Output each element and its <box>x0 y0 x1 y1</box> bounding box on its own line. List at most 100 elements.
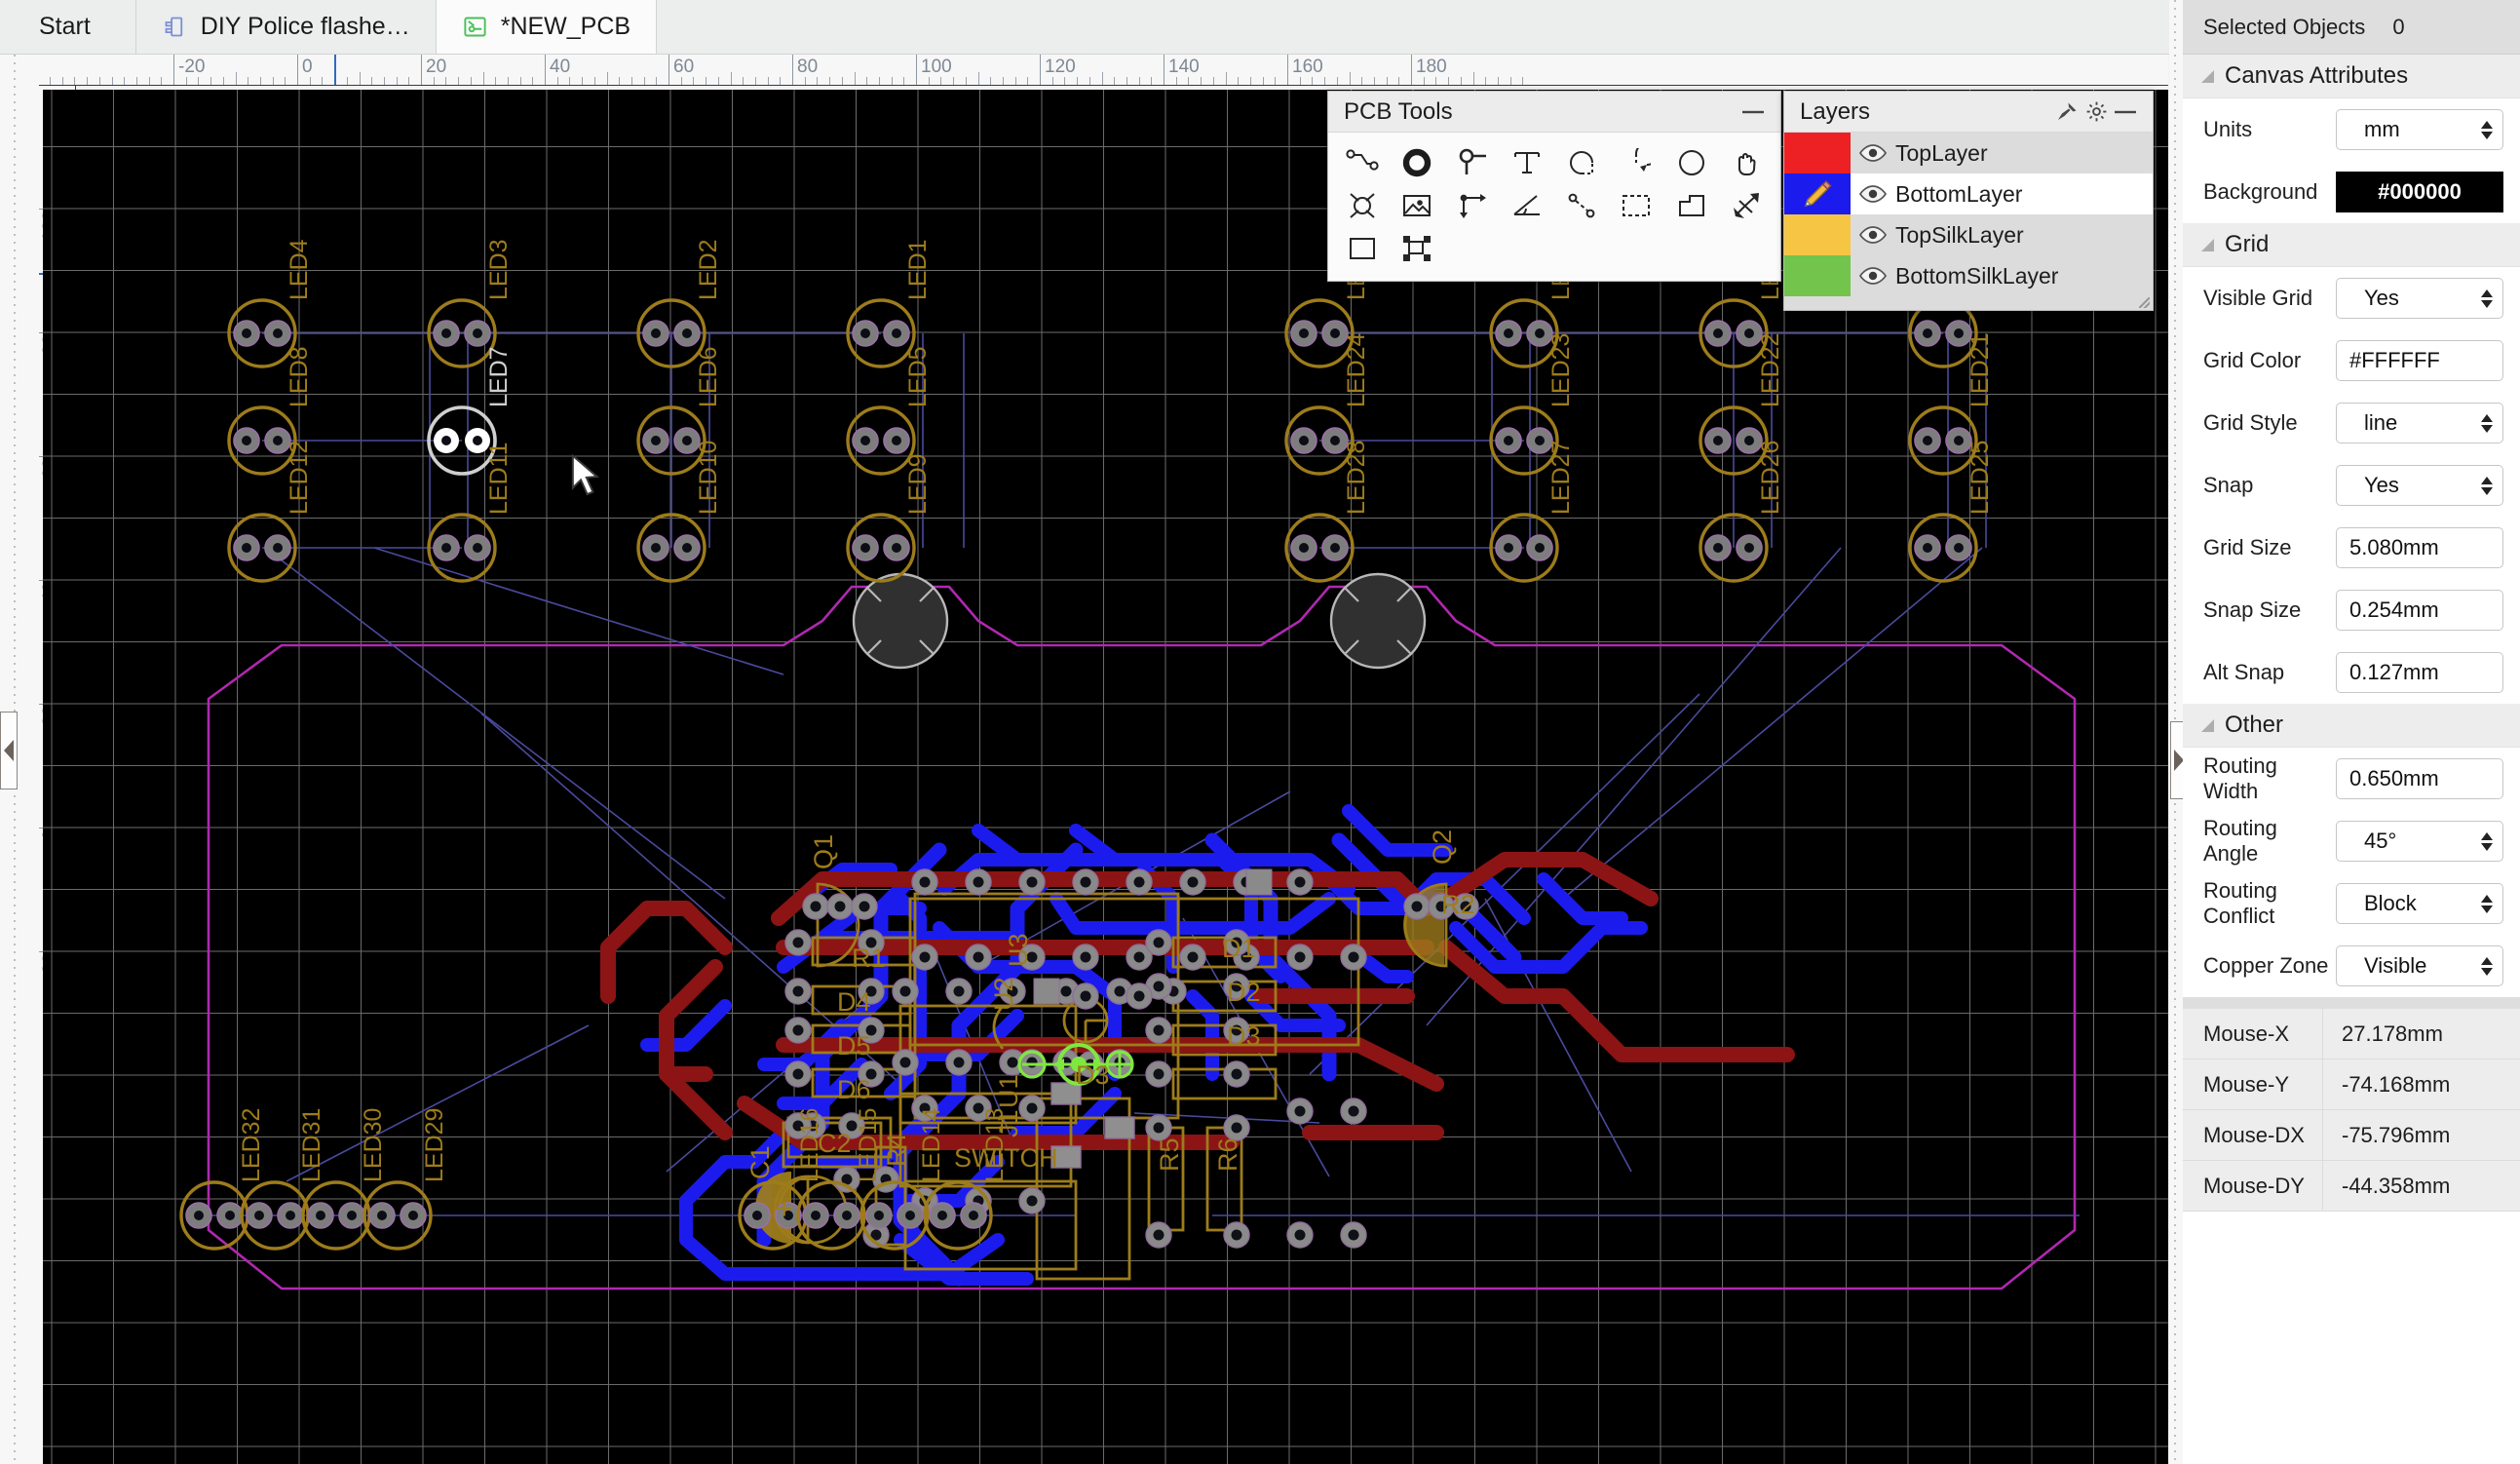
horizontal-ruler[interactable]: -20 0 20 40 60 80 100 120 140 160 180 <box>39 55 2168 86</box>
layer-color-swatch[interactable] <box>1784 173 1851 214</box>
property-input[interactable]: #FFFFFF <box>2336 340 2503 381</box>
property-input[interactable]: 0.254mm <box>2336 590 2503 631</box>
pad[interactable] <box>911 868 938 896</box>
spinner-arrows-icon[interactable] <box>2481 894 2493 913</box>
pad[interactable] <box>1286 1221 1314 1249</box>
pcb-tools-header[interactable]: PCB Tools <box>1328 92 1780 133</box>
pad[interactable] <box>1126 868 1153 896</box>
spinner-arrows-icon[interactable] <box>2481 831 2493 851</box>
minimize-icon[interactable] <box>2111 97 2140 127</box>
pad[interactable] <box>1340 1221 1367 1249</box>
spinner-arrows-icon[interactable] <box>2481 413 2493 433</box>
pad[interactable] <box>1286 944 1314 971</box>
circle-icon[interactable] <box>1664 143 1719 182</box>
track-icon[interactable] <box>1335 143 1390 182</box>
layer-row[interactable]: TopSilkLayer <box>1784 214 2153 255</box>
pad[interactable] <box>1223 1221 1250 1249</box>
pad[interactable] <box>802 893 829 920</box>
panelize-diagonal-icon[interactable] <box>1335 186 1390 225</box>
inspector-group-header[interactable]: Grid <box>2183 223 2520 267</box>
pad[interactable] <box>1145 929 1172 956</box>
arc-3point-icon[interactable] <box>1554 143 1609 182</box>
pad[interactable] <box>892 978 919 1005</box>
angle-measure-icon[interactable] <box>1500 186 1554 225</box>
hand-drag-icon[interactable] <box>1719 143 1774 182</box>
image-icon[interactable] <box>1390 186 1444 225</box>
select-region-icon[interactable] <box>1609 186 1663 225</box>
pad[interactable] <box>1145 1114 1172 1141</box>
spinner-arrows-icon[interactable] <box>2481 120 2493 139</box>
arc-center-icon[interactable] <box>1609 143 1663 182</box>
led-footprint[interactable] <box>1908 513 1978 583</box>
text-icon[interactable] <box>1500 143 1554 182</box>
pin-icon[interactable] <box>2052 97 2081 127</box>
pad[interactable] <box>945 978 973 1005</box>
pad-pin1[interactable] <box>1245 868 1273 896</box>
pad[interactable] <box>1403 893 1431 920</box>
pad[interactable] <box>1145 1060 1172 1088</box>
inspector-group-header[interactable]: Other <box>2183 704 2520 748</box>
pad[interactable] <box>965 868 992 896</box>
spinner-arrows-icon[interactable] <box>2481 289 2493 308</box>
led-footprint[interactable] <box>846 513 916 583</box>
spinner-arrows-icon[interactable] <box>2481 476 2493 495</box>
layer-color-swatch[interactable] <box>1784 214 1851 255</box>
spinner-arrows-icon[interactable] <box>2481 956 2493 976</box>
layer-row[interactable]: TopLayer <box>1784 133 2153 173</box>
pad[interactable] <box>1340 944 1367 971</box>
pad[interactable] <box>1072 868 1099 896</box>
property-select[interactable]: line <box>2336 403 2503 443</box>
property-select[interactable]: Yes <box>2336 465 2503 506</box>
pad[interactable] <box>851 893 878 920</box>
rectangle-icon[interactable] <box>1335 229 1390 268</box>
tab-schematic-diy-police-flasher[interactable]: DIY Police flashe… <box>136 0 437 54</box>
property-input[interactable]: 5.080mm <box>2336 527 2503 568</box>
pad[interactable] <box>911 944 938 971</box>
pad[interactable] <box>1340 1098 1367 1125</box>
pad[interactable] <box>892 1049 919 1076</box>
pad[interactable] <box>1145 1017 1172 1044</box>
layer-color-swatch[interactable] <box>1784 255 1851 296</box>
connection-icon[interactable] <box>1554 186 1609 225</box>
panelize-icon[interactable] <box>1390 229 1444 268</box>
pad-pin1[interactable] <box>1033 978 1060 1005</box>
pad[interactable] <box>784 1017 812 1044</box>
property-select[interactable]: 45° <box>2336 821 2503 862</box>
tab-pcb-new-pcb[interactable]: *NEW_PCB <box>436 0 658 54</box>
via-icon[interactable] <box>1390 143 1444 182</box>
eye-visibility-icon[interactable] <box>1851 173 1895 214</box>
pad[interactable] <box>1018 868 1046 896</box>
pad[interactable] <box>1179 868 1206 896</box>
left-panel-collapse-tab[interactable] <box>0 712 18 790</box>
gear-icon[interactable] <box>2081 97 2111 127</box>
pad[interactable] <box>784 978 812 1005</box>
pad-icon[interactable] <box>1445 143 1500 182</box>
layer-row[interactable]: BottomSilkLayer <box>1784 255 2153 296</box>
property-input[interactable]: 0.127mm <box>2336 652 2503 693</box>
property-select[interactable]: Block <box>2336 883 2503 924</box>
dimension-icon[interactable] <box>1445 186 1500 225</box>
pad[interactable] <box>1145 1221 1172 1249</box>
copper-region-icon[interactable] <box>1664 186 1719 225</box>
pad[interactable] <box>1223 1060 1250 1088</box>
minimize-icon[interactable] <box>1738 97 1768 127</box>
tab-start[interactable]: Start <box>0 0 136 54</box>
property-color-swatch[interactable]: #000000 <box>2336 172 2503 212</box>
pad[interactable] <box>965 944 992 971</box>
layers-header[interactable]: Layers <box>1784 92 2153 133</box>
property-select[interactable]: mm <box>2336 109 2503 150</box>
layers-resize-handle[interactable] <box>1784 296 2153 310</box>
pad[interactable] <box>1286 868 1314 896</box>
resize-icon[interactable] <box>1719 186 1774 225</box>
pad[interactable] <box>1072 944 1099 971</box>
pad[interactable] <box>784 929 812 956</box>
property-select[interactable]: Visible <box>2336 945 2503 986</box>
property-input[interactable]: 0.650mm <box>2336 758 2503 799</box>
eye-visibility-icon[interactable] <box>1851 214 1895 255</box>
pad[interactable] <box>784 1060 812 1088</box>
property-select[interactable]: Yes <box>2336 278 2503 319</box>
pad[interactable] <box>826 893 854 920</box>
eye-visibility-icon[interactable] <box>1851 255 1895 296</box>
pad[interactable] <box>1223 1114 1250 1141</box>
inspector-group-header[interactable]: Canvas Attributes <box>2183 55 2520 98</box>
